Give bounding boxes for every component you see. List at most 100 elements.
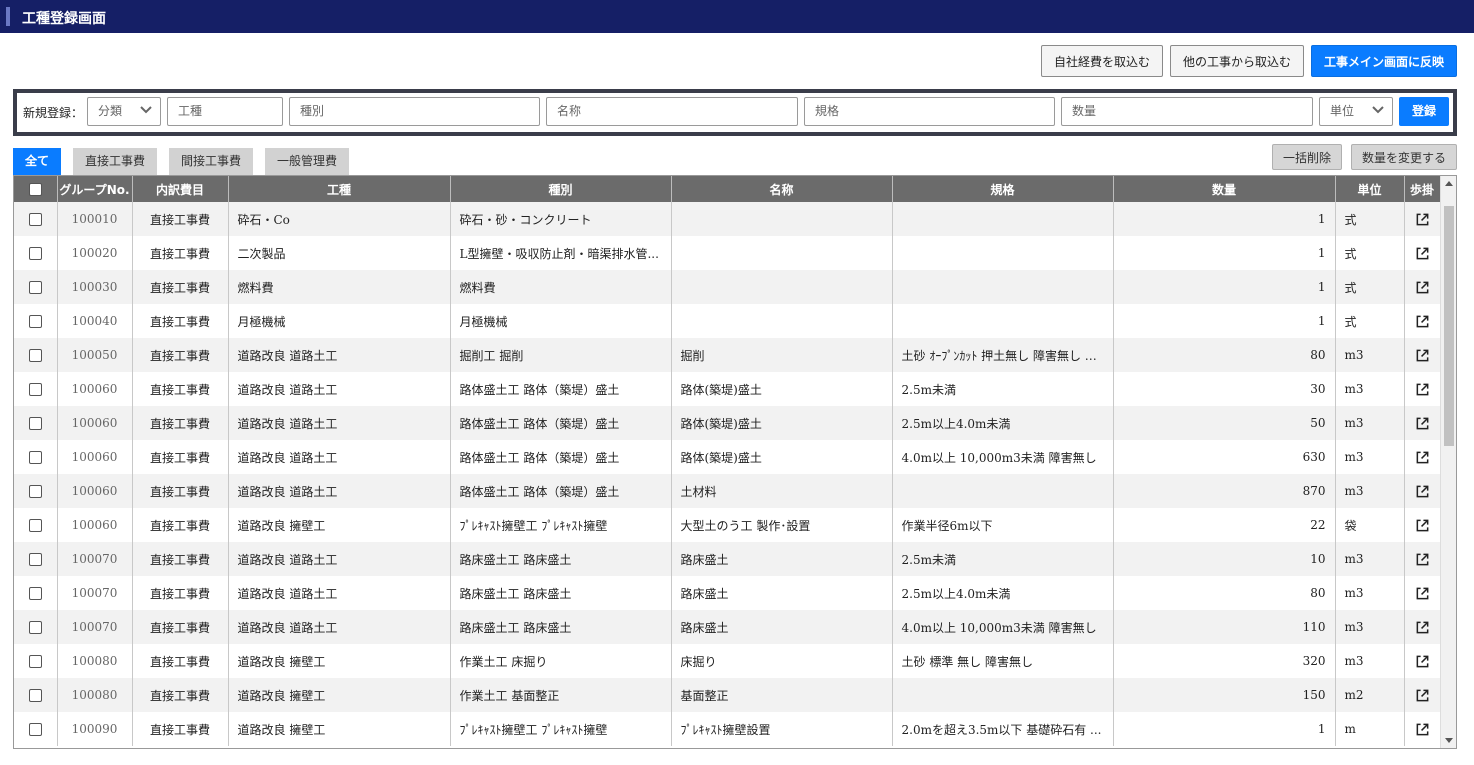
open-external-icon[interactable]	[1415, 654, 1430, 669]
col-group-no[interactable]: グループNo.	[57, 176, 133, 202]
scroll-down-arrow[interactable]	[1445, 738, 1453, 743]
table-row[interactable]: 100060 直接工事費 道路改良 道路土工 路体盛土工 路体（築堤）盛土 路体(築堤)…	[14, 372, 1441, 406]
row-checkbox[interactable]	[28, 247, 42, 260]
col-breakdown[interactable]: 内訳費目	[132, 176, 229, 202]
import-other-work-button[interactable]: 他の工事から取込む	[1169, 45, 1304, 77]
select-all-header	[14, 176, 58, 202]
reflect-main-button[interactable]: 工事メイン画面に反映	[1310, 45, 1457, 77]
work-table: グループNo. 内訳費目 工種 種別 名称 規格 数量 単位 歩掛 100010…	[13, 175, 1457, 749]
change-quantity-button[interactable]: 数量を変更する	[1350, 144, 1457, 170]
row-checkbox[interactable]	[28, 621, 42, 634]
open-external-icon[interactable]	[1415, 722, 1430, 737]
table-row[interactable]: 100080 直接工事費 道路改良 擁壁工 作業土工 床掘り 床掘り 土砂 標準 無し 障…	[14, 644, 1441, 678]
work-type-cell: 道路改良 擁壁工	[228, 712, 451, 746]
register-button[interactable]: 登録	[1399, 97, 1449, 126]
table-row[interactable]: 100070 直接工事費 道路改良 道路土工 路床盛土工 路床盛土 路床盛土 2.5m以上…	[14, 576, 1441, 610]
unit-cell: m2	[1335, 678, 1405, 712]
col-name[interactable]: 名称	[671, 176, 893, 202]
row-checkbox[interactable]	[28, 315, 42, 328]
col-spec[interactable]: 規格	[892, 176, 1114, 202]
table-row[interactable]: 100020 直接工事費 二次製品 L型擁壁・吸収防止剤・暗渠排水管... 1 式	[14, 236, 1441, 270]
kind-cell: 路床盛土工 路床盛土	[450, 542, 672, 576]
open-external-icon[interactable]	[1415, 450, 1430, 465]
row-checkbox[interactable]	[28, 587, 42, 600]
rate-cell	[1404, 236, 1441, 270]
unit-select[interactable]: 単位	[1319, 97, 1393, 126]
spec-input[interactable]: 規格	[804, 97, 1055, 126]
tab-direct-cost[interactable]: 直接工事費	[73, 148, 158, 175]
work-type-cell: 道路改良 擁壁工	[228, 508, 451, 542]
unit-cell: m3	[1335, 372, 1405, 406]
row-checkbox[interactable]	[28, 383, 42, 396]
group-no-cell: 100060	[57, 474, 133, 508]
open-external-icon[interactable]	[1415, 552, 1430, 567]
col-rate[interactable]: 歩掛	[1404, 176, 1441, 202]
table-row[interactable]: 100070 直接工事費 道路改良 道路土工 路床盛土工 路床盛土 路床盛土 2.5m未満…	[14, 542, 1441, 576]
table-row[interactable]: 100030 直接工事費 燃料費 燃料費 1 式	[14, 270, 1441, 304]
row-checkbox[interactable]	[28, 485, 42, 498]
row-checkbox[interactable]	[28, 655, 42, 668]
tab-indirect-cost[interactable]: 間接工事費	[169, 148, 254, 175]
table-row[interactable]: 100040 直接工事費 月極機械 月極機械 1 式	[14, 304, 1441, 338]
col-kind[interactable]: 種別	[450, 176, 672, 202]
row-checkbox[interactable]	[28, 417, 42, 430]
table-row[interactable]: 100010 直接工事費 砕石・Co 砕石・砂・コンクリート 1 式	[14, 202, 1441, 236]
tab-all[interactable]: 全て	[13, 148, 62, 175]
scroll-thumb[interactable]	[1444, 206, 1454, 446]
scroll-up-arrow[interactable]	[1445, 181, 1453, 186]
row-checkbox[interactable]	[28, 349, 42, 362]
name-input[interactable]: 名称	[546, 97, 798, 126]
table-row[interactable]: 100070 直接工事費 道路改良 道路土工 路床盛土工 路床盛土 路床盛土 4.0m以上…	[14, 610, 1441, 644]
open-external-icon[interactable]	[1415, 586, 1430, 601]
row-checkbox[interactable]	[28, 519, 42, 532]
work-type-cell: 道路改良 道路土工	[228, 610, 451, 644]
quantity-input[interactable]: 数量	[1061, 97, 1313, 126]
row-checkbox[interactable]	[28, 723, 42, 736]
open-external-icon[interactable]	[1415, 314, 1430, 329]
import-own-expenses-button[interactable]: 自社経費を取込む	[1040, 45, 1163, 77]
category-select[interactable]: 分類	[87, 97, 161, 126]
open-external-icon[interactable]	[1415, 348, 1430, 363]
open-external-icon[interactable]	[1415, 484, 1430, 499]
bulk-delete-button[interactable]: 一括削除	[1271, 144, 1342, 170]
row-checkbox[interactable]	[28, 281, 42, 294]
spec-cell: 2.5m未満	[892, 542, 1114, 576]
open-external-icon[interactable]	[1415, 212, 1430, 227]
row-checkbox[interactable]	[28, 451, 42, 464]
row-checkbox[interactable]	[28, 213, 42, 226]
breakdown-cell: 直接工事費	[132, 474, 229, 508]
work-type-input[interactable]: 工種	[167, 97, 283, 126]
open-external-icon[interactable]	[1415, 280, 1430, 295]
col-quantity[interactable]: 数量	[1113, 176, 1336, 202]
table-row[interactable]: 100080 直接工事費 道路改良 擁壁工 作業土工 基面整正 基面整正 150 m2	[14, 678, 1441, 712]
table-row[interactable]: 100060 直接工事費 道路改良 道路土工 路体盛土工 路体（築堤）盛土 土材料 870…	[14, 474, 1441, 508]
col-unit[interactable]: 単位	[1335, 176, 1405, 202]
table-row[interactable]: 100060 直接工事費 道路改良 擁壁工 ﾌﾟﾚｷｬｽﾄ擁壁工 ﾌﾟﾚｷｬｽﾄ擁壁大…	[14, 508, 1441, 542]
open-external-icon[interactable]	[1415, 518, 1430, 533]
row-checkbox[interactable]	[28, 689, 42, 702]
open-external-icon[interactable]	[1415, 382, 1430, 397]
kind-input[interactable]: 種別	[289, 97, 540, 126]
spec-cell	[892, 236, 1114, 270]
table-row[interactable]: 100050 直接工事費 道路改良 道路土工 掘削工 掘削 掘削 土砂 ｵｰﾌﾟﾝｶｯﾄ …	[14, 338, 1441, 372]
row-checkbox[interactable]	[28, 553, 42, 566]
open-external-icon[interactable]	[1415, 620, 1430, 635]
spec-cell	[892, 474, 1114, 508]
group-no-cell: 100020	[57, 236, 133, 270]
open-external-icon[interactable]	[1415, 688, 1430, 703]
row-select-cell	[14, 610, 58, 644]
select-all-checkbox[interactable]	[28, 183, 42, 196]
tab-general-admin[interactable]: 一般管理費	[265, 148, 350, 175]
table-scrollbar[interactable]	[1440, 176, 1456, 748]
open-external-icon[interactable]	[1415, 416, 1430, 431]
work-type-cell: 二次製品	[228, 236, 451, 270]
col-work-type[interactable]: 工種	[228, 176, 451, 202]
quantity-cell: 110	[1113, 610, 1336, 644]
open-external-icon[interactable]	[1415, 246, 1430, 261]
table-row[interactable]: 100060 直接工事費 道路改良 道路土工 路体盛土工 路体（築堤）盛土 路体(築堤)…	[14, 406, 1441, 440]
name-cell: 基面整正	[671, 678, 893, 712]
table-row[interactable]: 100060 直接工事費 道路改良 道路土工 路体盛土工 路体（築堤）盛土 路体(築堤)…	[14, 440, 1441, 474]
breakdown-cell: 直接工事費	[132, 372, 229, 406]
table-row[interactable]: 100090 直接工事費 道路改良 擁壁工 ﾌﾟﾚｷｬｽﾄ擁壁工 ﾌﾟﾚｷｬｽﾄ擁壁ﾌ…	[14, 712, 1441, 746]
kind-cell: 作業土工 基面整正	[450, 678, 672, 712]
